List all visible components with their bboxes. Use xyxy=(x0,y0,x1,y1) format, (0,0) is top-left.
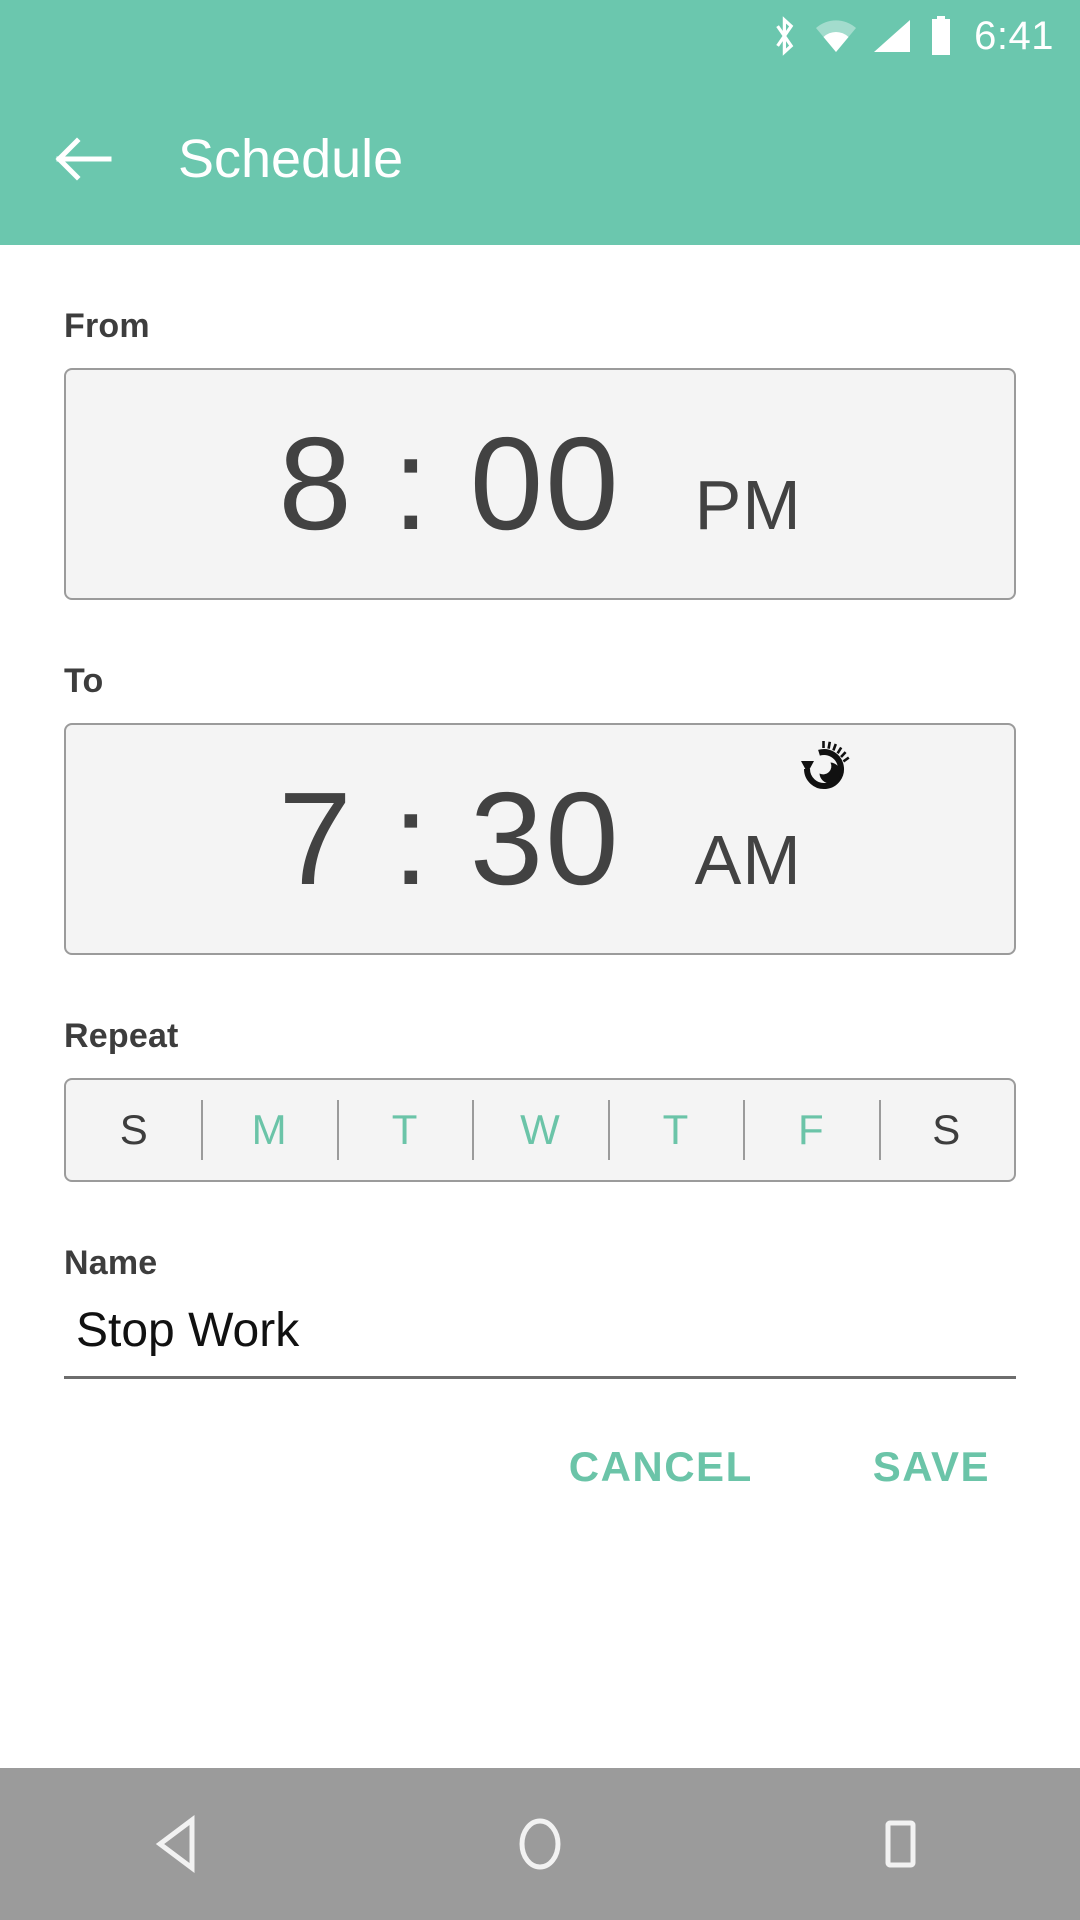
repeat-day-tuesday[interactable]: T xyxy=(336,1080,472,1180)
to-time-picker[interactable]: 7 : 30 AM xyxy=(64,723,1016,955)
repeat-day-label: S xyxy=(119,1106,148,1153)
repeat-day-selector: SMTWTFS xyxy=(64,1078,1016,1182)
repeat-day-label: W xyxy=(520,1106,560,1153)
repeat-day-label: M xyxy=(251,1106,287,1153)
repeat-day-label: S xyxy=(932,1106,961,1153)
from-time-digits: 8 : 00 xyxy=(278,410,621,557)
from-time-display: 8 : 00 PM xyxy=(278,418,801,550)
repeat-day-thursday[interactable]: T xyxy=(607,1080,743,1180)
nav-home-icon[interactable] xyxy=(460,1768,620,1920)
save-button[interactable]: SAVE xyxy=(865,1431,998,1503)
battery-icon xyxy=(928,15,954,57)
from-time-picker[interactable]: 8 : 00 PM xyxy=(64,368,1016,600)
android-navigation-bar xyxy=(0,1768,1080,1920)
wifi-icon xyxy=(814,18,858,54)
repeat-day-sunday[interactable]: S xyxy=(66,1080,201,1180)
to-time-digits: 7 : 30 xyxy=(278,765,621,912)
schedule-form: From 8 : 00 PM To 7 : 30 AM Repeat S M T… xyxy=(0,307,1080,1830)
status-bar: 6:41 xyxy=(0,0,1080,72)
cellular-signal-icon xyxy=(872,18,914,54)
name-input[interactable]: Stop Work xyxy=(64,1304,1016,1379)
name-input-value: Stop Work xyxy=(76,1304,300,1357)
page-title: Schedule xyxy=(178,128,404,189)
to-time-display: 7 : 30 AM xyxy=(278,741,850,912)
nav-recents-icon[interactable] xyxy=(820,1768,980,1920)
back-arrow-icon[interactable] xyxy=(48,123,120,195)
repeat-day-friday[interactable]: F xyxy=(743,1080,878,1180)
to-label: To xyxy=(64,662,104,700)
repeat-day-wednesday[interactable]: W xyxy=(472,1080,607,1180)
night-next-day-icon xyxy=(794,739,854,799)
repeat-label: Repeat xyxy=(64,1017,179,1055)
repeat-day-monday[interactable]: M xyxy=(201,1080,336,1180)
repeat-day-label: T xyxy=(391,1106,418,1153)
form-actions: CANCEL SAVE xyxy=(64,1431,1016,1503)
cancel-button[interactable]: CANCEL xyxy=(561,1431,761,1503)
status-bar-clock: 6:41 xyxy=(974,14,1054,58)
from-meridiem: PM xyxy=(694,466,802,544)
repeat-day-saturday[interactable]: S xyxy=(878,1080,1014,1180)
name-label: Name xyxy=(64,1244,158,1282)
repeat-day-label: T xyxy=(662,1106,689,1153)
to-meridiem: AM xyxy=(694,821,802,899)
repeat-day-label: F xyxy=(797,1106,824,1153)
bluetooth-icon xyxy=(770,15,800,57)
from-label: From xyxy=(64,307,150,345)
nav-back-icon[interactable] xyxy=(100,1768,260,1920)
app-bar: Schedule xyxy=(0,72,1080,245)
